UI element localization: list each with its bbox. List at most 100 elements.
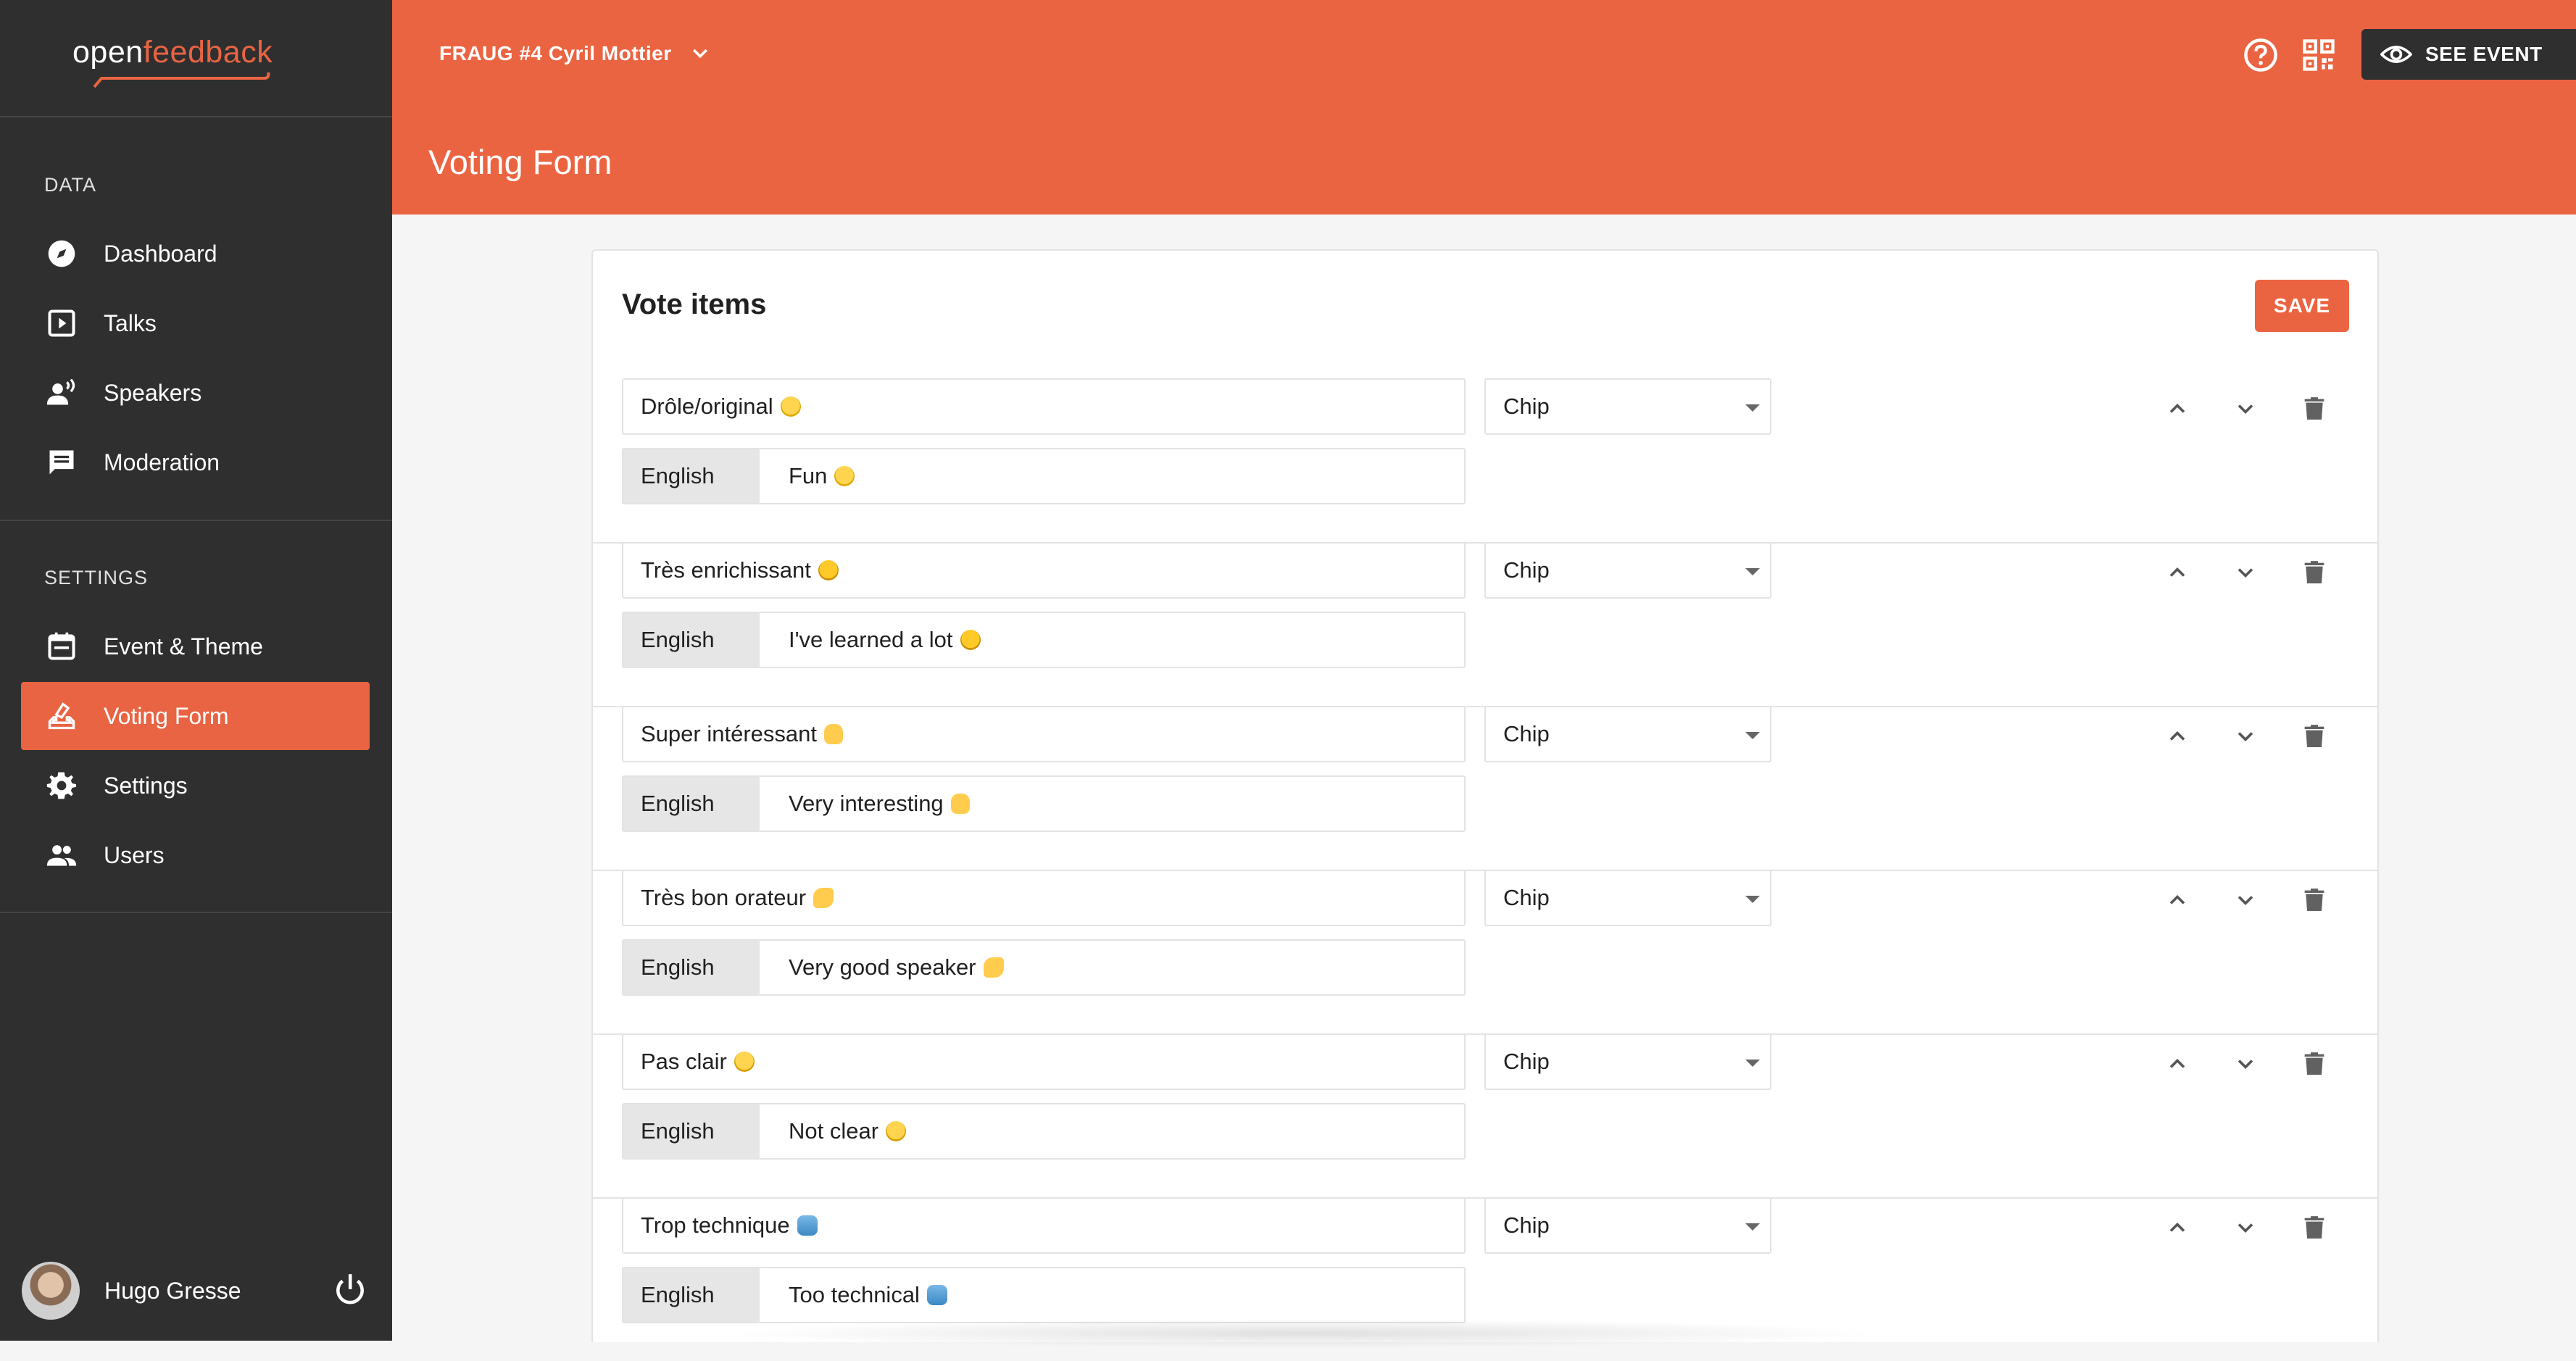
translation-value: Fun [760,449,855,503]
move-up-icon[interactable] [2156,715,2199,758]
vote-item-text-input[interactable]: Très enrichissant [622,542,1466,599]
sidebar-item-label: Users [104,841,165,868]
move-down-icon[interactable] [2224,878,2267,922]
translation-text: Not clear [789,1118,879,1144]
vote-item-row: Pas clair English Not clear Chip [593,1033,2377,1199]
trash-icon[interactable] [2293,878,2336,922]
vote-item-text-input[interactable]: Trop technique [622,1197,1466,1254]
vote-item-text-input[interactable]: Super intéressant [622,706,1466,762]
vote-type-value: Chip [1503,1212,1550,1238]
sidebar-item-label: Talks [104,309,157,336]
translation-text: Fun [789,463,828,488]
see-event-button[interactable]: SEE EVENT [2361,29,2576,80]
move-up-icon[interactable] [2156,1042,2199,1086]
vote-type-value: Chip [1503,721,1550,746]
sidebar-divider [0,912,392,913]
thinking-face-emoji-icon [886,1121,907,1141]
qr-code-icon[interactable] [2300,36,2338,74]
power-icon[interactable] [332,1271,368,1307]
trash-icon[interactable] [2293,387,2336,430]
user-name: Hugo Gresse [104,1277,241,1304]
section-settings-heading: SETTINGS [44,567,149,588]
vote-type-value: Chip [1503,885,1550,910]
vote-type-select[interactable]: Chip [1484,706,1771,762]
vote-type-select[interactable]: Chip [1484,870,1771,926]
event-selector[interactable]: FRAUG #4 Cyril Mottier [439,42,711,65]
vote-type-value: Chip [1503,394,1550,419]
translation-value: Too technical [760,1268,947,1322]
sidebar-item-voting-form[interactable]: Voting Form [21,682,370,750]
page-title: Voting Form [428,143,612,181]
vote-type-select[interactable]: Chip [1484,1197,1771,1254]
move-up-icon[interactable] [2156,1206,2199,1249]
language-label: English [623,777,760,831]
thumbs-up-emoji-icon [823,724,843,744]
gear-icon [44,768,79,803]
avatar[interactable] [22,1262,80,1320]
nerd-face-emoji-icon [960,630,981,650]
vote-item-text-input[interactable]: Drôle/original [622,378,1466,435]
language-label: English [623,1268,760,1322]
move-up-icon[interactable] [2156,551,2199,594]
dropdown-caret-icon [1745,404,1760,412]
translation-field[interactable]: English Fun [622,448,1466,504]
sidebar-item-talks[interactable]: Talks [21,289,370,357]
sidebar-item-settings[interactable]: Settings [21,752,370,820]
translation-field[interactable]: English Not clear [622,1103,1466,1160]
vote-item-text: Très bon orateur [641,885,807,910]
compass-icon [44,236,79,271]
vote-type-value: Chip [1503,1049,1550,1074]
trash-icon[interactable] [2293,715,2336,758]
card-title: Vote items [622,288,767,320]
dropdown-caret-icon [1745,568,1760,575]
trash-icon[interactable] [2293,1042,2336,1086]
vote-item-row: Très enrichissant English I've learned a… [593,542,2377,707]
move-down-icon[interactable] [2224,551,2267,594]
calendar-icon [44,629,79,664]
save-button[interactable]: SAVE [2255,280,2349,332]
translation-text: Very interesting [789,791,944,816]
move-down-icon[interactable] [2224,387,2267,430]
move-up-icon[interactable] [2156,387,2199,430]
vote-item-text-input[interactable]: Très bon orateur [622,870,1466,926]
translation-field[interactable]: English I've learned a lot [622,612,1466,668]
move-down-icon[interactable] [2224,1206,2267,1249]
translation-field[interactable]: English Very good speaker [622,939,1466,996]
trash-icon[interactable] [2293,1206,2336,1249]
move-up-icon[interactable] [2156,878,2199,922]
vote-type-select[interactable]: Chip [1484,1033,1771,1090]
translation-field[interactable]: English Too technical [622,1267,1466,1323]
help-icon[interactable] [2242,36,2280,74]
vote-item-text: Pas clair [641,1049,727,1074]
chevron-down-icon [692,49,707,59]
vote-item-text: Drôle/original [641,394,773,419]
people-icon [44,838,79,873]
sidebar-item-event-theme[interactable]: Event & Theme [21,612,370,680]
scroll-shadow [725,1319,1885,1348]
ballot-icon [44,699,79,733]
sidebar-item-label: Voting Form [104,702,229,729]
sidebar-item-moderation[interactable]: Moderation [21,428,370,496]
vote-item-text-input[interactable]: Pas clair [622,1033,1466,1090]
sidebar-item-label: Dashboard [104,240,217,267]
logo[interactable]: openfeedback [72,35,273,70]
translation-text: I've learned a lot [789,627,953,652]
sidebar: openfeedback DATA Dashboard Talks Speake… [0,0,392,1341]
sidebar-divider [0,520,392,521]
sidebar-item-dashboard[interactable]: Dashboard [21,220,370,288]
translation-field[interactable]: English Very interesting [622,775,1466,832]
vote-item-row: Drôle/original English Fun Chip [593,378,2377,544]
sidebar-item-users[interactable]: Users [21,821,370,889]
move-down-icon[interactable] [2224,1042,2267,1086]
vote-type-select[interactable]: Chip [1484,542,1771,599]
translation-text: Too technical [789,1282,920,1307]
smile-emoji-icon [834,466,855,486]
logo-text-open: open [72,35,144,70]
nerd-face-emoji-icon [818,560,839,580]
vote-type-select[interactable]: Chip [1484,378,1771,435]
move-down-icon[interactable] [2224,715,2267,758]
dropdown-caret-icon [1745,1223,1760,1231]
trash-icon[interactable] [2293,551,2336,594]
sidebar-item-speakers[interactable]: Speakers [21,359,370,427]
vote-item-row: Très bon orateur English Very good speak… [593,870,2377,1035]
